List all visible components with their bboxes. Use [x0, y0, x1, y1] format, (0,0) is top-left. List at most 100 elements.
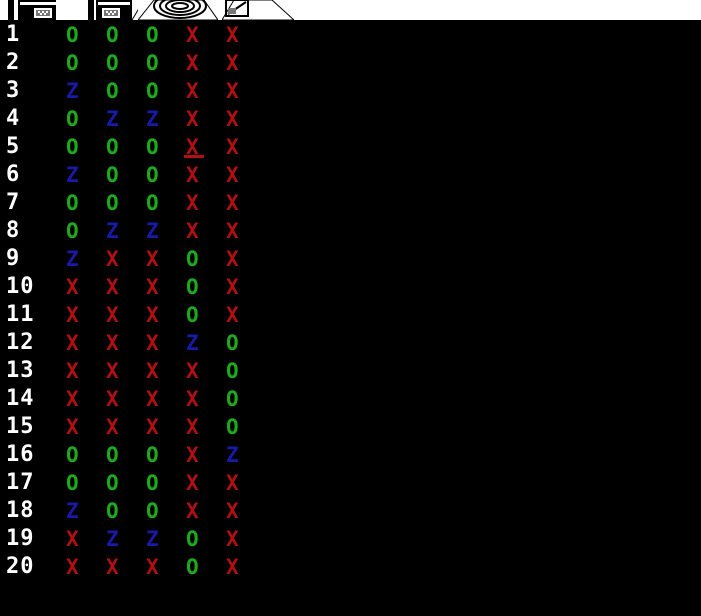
cd-drive-icon[interactable]	[138, 0, 218, 20]
grid-cell[interactable]: O	[106, 133, 146, 161]
grid-cell[interactable]: X	[226, 217, 266, 245]
grid-cell[interactable]: O	[186, 273, 226, 301]
grid-cell[interactable]: O	[226, 413, 266, 441]
grid-cell[interactable]: O	[66, 21, 106, 49]
grid-cell[interactable]: O	[186, 525, 226, 553]
grid-cell[interactable]: Z	[66, 245, 106, 273]
grid-cell[interactable]: X	[186, 497, 226, 525]
grid-cell[interactable]: O	[106, 497, 146, 525]
grid-cell[interactable]: X	[226, 77, 266, 105]
grid-cell[interactable]: O	[66, 441, 106, 469]
grid-cell[interactable]: X	[146, 245, 186, 273]
grid-cell[interactable]: X	[226, 21, 266, 49]
grid-cell[interactable]: O	[106, 77, 146, 105]
grid-cell[interactable]: X	[226, 245, 266, 273]
grid-cell[interactable]: Z	[186, 329, 226, 357]
grid-cell[interactable]: Z	[66, 77, 106, 105]
grid-cell[interactable]: O	[146, 49, 186, 77]
grid-cell[interactable]: X	[226, 161, 266, 189]
eraser-icon[interactable]	[222, 0, 294, 20]
grid-cell[interactable]: X	[184, 133, 226, 161]
grid-cell[interactable]: X	[186, 385, 226, 413]
grid-cell[interactable]: X	[66, 273, 106, 301]
grid-cell[interactable]: Z	[106, 525, 146, 553]
grid-cell[interactable]: O	[226, 329, 266, 357]
grid-cell[interactable]: O	[146, 21, 186, 49]
grid-cell[interactable]: O	[186, 553, 226, 581]
grid-cell[interactable]: X	[106, 357, 146, 385]
grid-cell[interactable]: X	[186, 105, 226, 133]
grid-cell[interactable]: X	[66, 413, 106, 441]
grid-cell[interactable]: X	[66, 385, 106, 413]
grid-cell[interactable]: X	[66, 525, 106, 553]
grid-cell[interactable]: O	[106, 161, 146, 189]
grid-cell[interactable]: O	[146, 469, 186, 497]
grid-cell[interactable]: X	[146, 357, 186, 385]
grid-cell[interactable]: X	[66, 301, 106, 329]
grid-cell[interactable]: X	[186, 49, 226, 77]
grid-cell[interactable]: X	[106, 329, 146, 357]
grid-cell[interactable]: O	[66, 217, 106, 245]
grid-cell[interactable]: X	[186, 21, 226, 49]
grid-cell[interactable]: X	[186, 469, 226, 497]
grid-cell[interactable]: X	[226, 553, 266, 581]
table-load-icon[interactable]	[88, 0, 138, 20]
grid-cell[interactable]: O	[106, 469, 146, 497]
grid-cell[interactable]: X	[106, 301, 146, 329]
grid-cell[interactable]: O	[106, 441, 146, 469]
grid-cell[interactable]: X	[186, 441, 226, 469]
grid-cell[interactable]: Z	[66, 161, 106, 189]
table-save-icon[interactable]	[6, 0, 56, 20]
grid-cell[interactable]: Z	[146, 217, 186, 245]
grid-cell[interactable]: X	[146, 301, 186, 329]
grid-cell[interactable]: Z	[106, 217, 146, 245]
grid-cell[interactable]: X	[106, 245, 146, 273]
grid-cell[interactable]: X	[226, 497, 266, 525]
grid-cell[interactable]: X	[106, 273, 146, 301]
grid-cell[interactable]: O	[226, 385, 266, 413]
grid-cell[interactable]: O	[146, 497, 186, 525]
grid-cell[interactable]: Z	[146, 105, 186, 133]
grid-cell[interactable]: X	[226, 273, 266, 301]
grid-cell[interactable]: O	[106, 189, 146, 217]
grid-cell[interactable]: Z	[146, 525, 186, 553]
grid-cell[interactable]: O	[66, 105, 106, 133]
grid-cell[interactable]: O	[66, 49, 106, 77]
grid-cell[interactable]: X	[186, 217, 226, 245]
grid-cell[interactable]: X	[146, 329, 186, 357]
grid-cell[interactable]: X	[226, 469, 266, 497]
grid-cell[interactable]: X	[186, 77, 226, 105]
grid-cell[interactable]: O	[66, 133, 106, 161]
grid-cell[interactable]: O	[146, 441, 186, 469]
grid-cell[interactable]: Z	[226, 441, 266, 469]
grid-cell[interactable]: Z	[106, 105, 146, 133]
grid-cell[interactable]: O	[106, 49, 146, 77]
grid-cell[interactable]: X	[106, 385, 146, 413]
grid-cell[interactable]: X	[226, 301, 266, 329]
grid-cell[interactable]: O	[66, 469, 106, 497]
grid-cell[interactable]: O	[186, 245, 226, 273]
grid-cell[interactable]: O	[146, 161, 186, 189]
grid-cell[interactable]: X	[226, 49, 266, 77]
grid-cell[interactable]: X	[66, 329, 106, 357]
grid-cell[interactable]: O	[146, 133, 186, 161]
grid-cell[interactable]: X	[146, 385, 186, 413]
grid-cell[interactable]: X	[146, 553, 186, 581]
grid-cell[interactable]: X	[106, 553, 146, 581]
grid-cell[interactable]: O	[66, 189, 106, 217]
grid-cell[interactable]: O	[186, 301, 226, 329]
grid-cell[interactable]: X	[186, 161, 226, 189]
grid-cell[interactable]: O	[146, 189, 186, 217]
grid-cell[interactable]: X	[186, 357, 226, 385]
grid-cell[interactable]: X	[226, 525, 266, 553]
grid-cell[interactable]: X	[186, 413, 226, 441]
grid-cell[interactable]: O	[106, 21, 146, 49]
grid-cell[interactable]: X	[186, 189, 226, 217]
grid-cell[interactable]: X	[106, 413, 146, 441]
grid-cell[interactable]: X	[146, 273, 186, 301]
grid-cell[interactable]: Z	[66, 497, 106, 525]
grid-cell[interactable]: X	[66, 553, 106, 581]
grid-cell[interactable]: X	[226, 105, 266, 133]
grid-cell[interactable]: O	[226, 357, 266, 385]
grid-cell[interactable]: O	[146, 77, 186, 105]
